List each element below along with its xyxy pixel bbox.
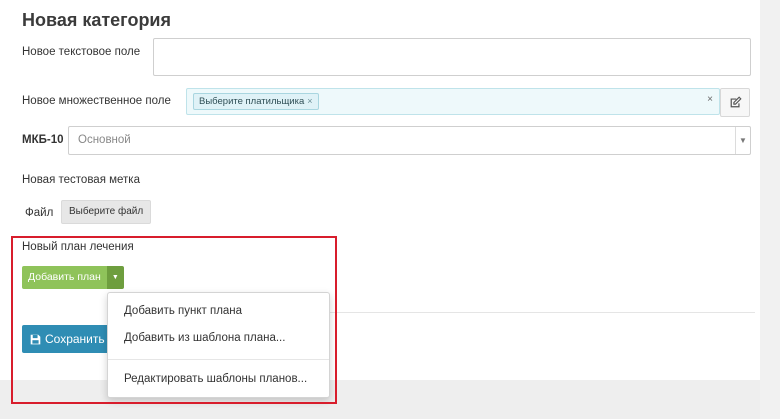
text-field-input[interactable] (153, 38, 751, 76)
icd-label: МКБ-10 (22, 134, 64, 146)
save-button-label: Сохранить (45, 332, 105, 346)
edit-button[interactable] (720, 88, 750, 117)
caret-down-icon[interactable]: ▼ (106, 266, 124, 289)
choose-file-button[interactable]: Выберите файл (61, 200, 152, 224)
menu-item-add-from-template[interactable]: Добавить из шаблона плана... (124, 332, 285, 344)
page-title: Новая категория (22, 10, 172, 30)
multi-field-label: Новое множественное поле (22, 95, 171, 107)
page-gutter (760, 0, 780, 419)
menu-item-edit-templates[interactable]: Редактировать шаблоны планов... (124, 373, 307, 385)
file-label: Файл (25, 207, 54, 219)
plan-dropdown-menu: Добавить пункт плана Добавить из шаблона… (107, 292, 330, 398)
payer-tag: Выберите платильщика × (193, 93, 319, 110)
tag-remove-icon[interactable]: × (307, 96, 312, 106)
multi-field-input[interactable]: Выберите платильщика × × (186, 88, 720, 115)
add-plan-split-button: Добавить план ▼ (22, 266, 124, 289)
icd-select-value: Основной (78, 134, 131, 146)
save-icon (30, 334, 41, 345)
add-plan-button[interactable]: Добавить план (22, 266, 107, 289)
clear-icon[interactable]: × (707, 94, 713, 105)
treatment-plan-label: Новый план лечения (22, 241, 134, 253)
text-field-label: Новое текстовое поле (22, 46, 141, 58)
chevron-down-icon[interactable]: ▼ (735, 127, 750, 154)
edit-icon (730, 96, 742, 108)
menu-divider (108, 359, 329, 360)
test-label-heading: Новая тестовая метка (22, 174, 140, 186)
payer-tag-text: Выберите платильщика (199, 96, 305, 107)
menu-item-add-plan-point[interactable]: Добавить пункт плана (124, 305, 242, 317)
icd-select[interactable]: Основной ▼ (68, 126, 751, 155)
